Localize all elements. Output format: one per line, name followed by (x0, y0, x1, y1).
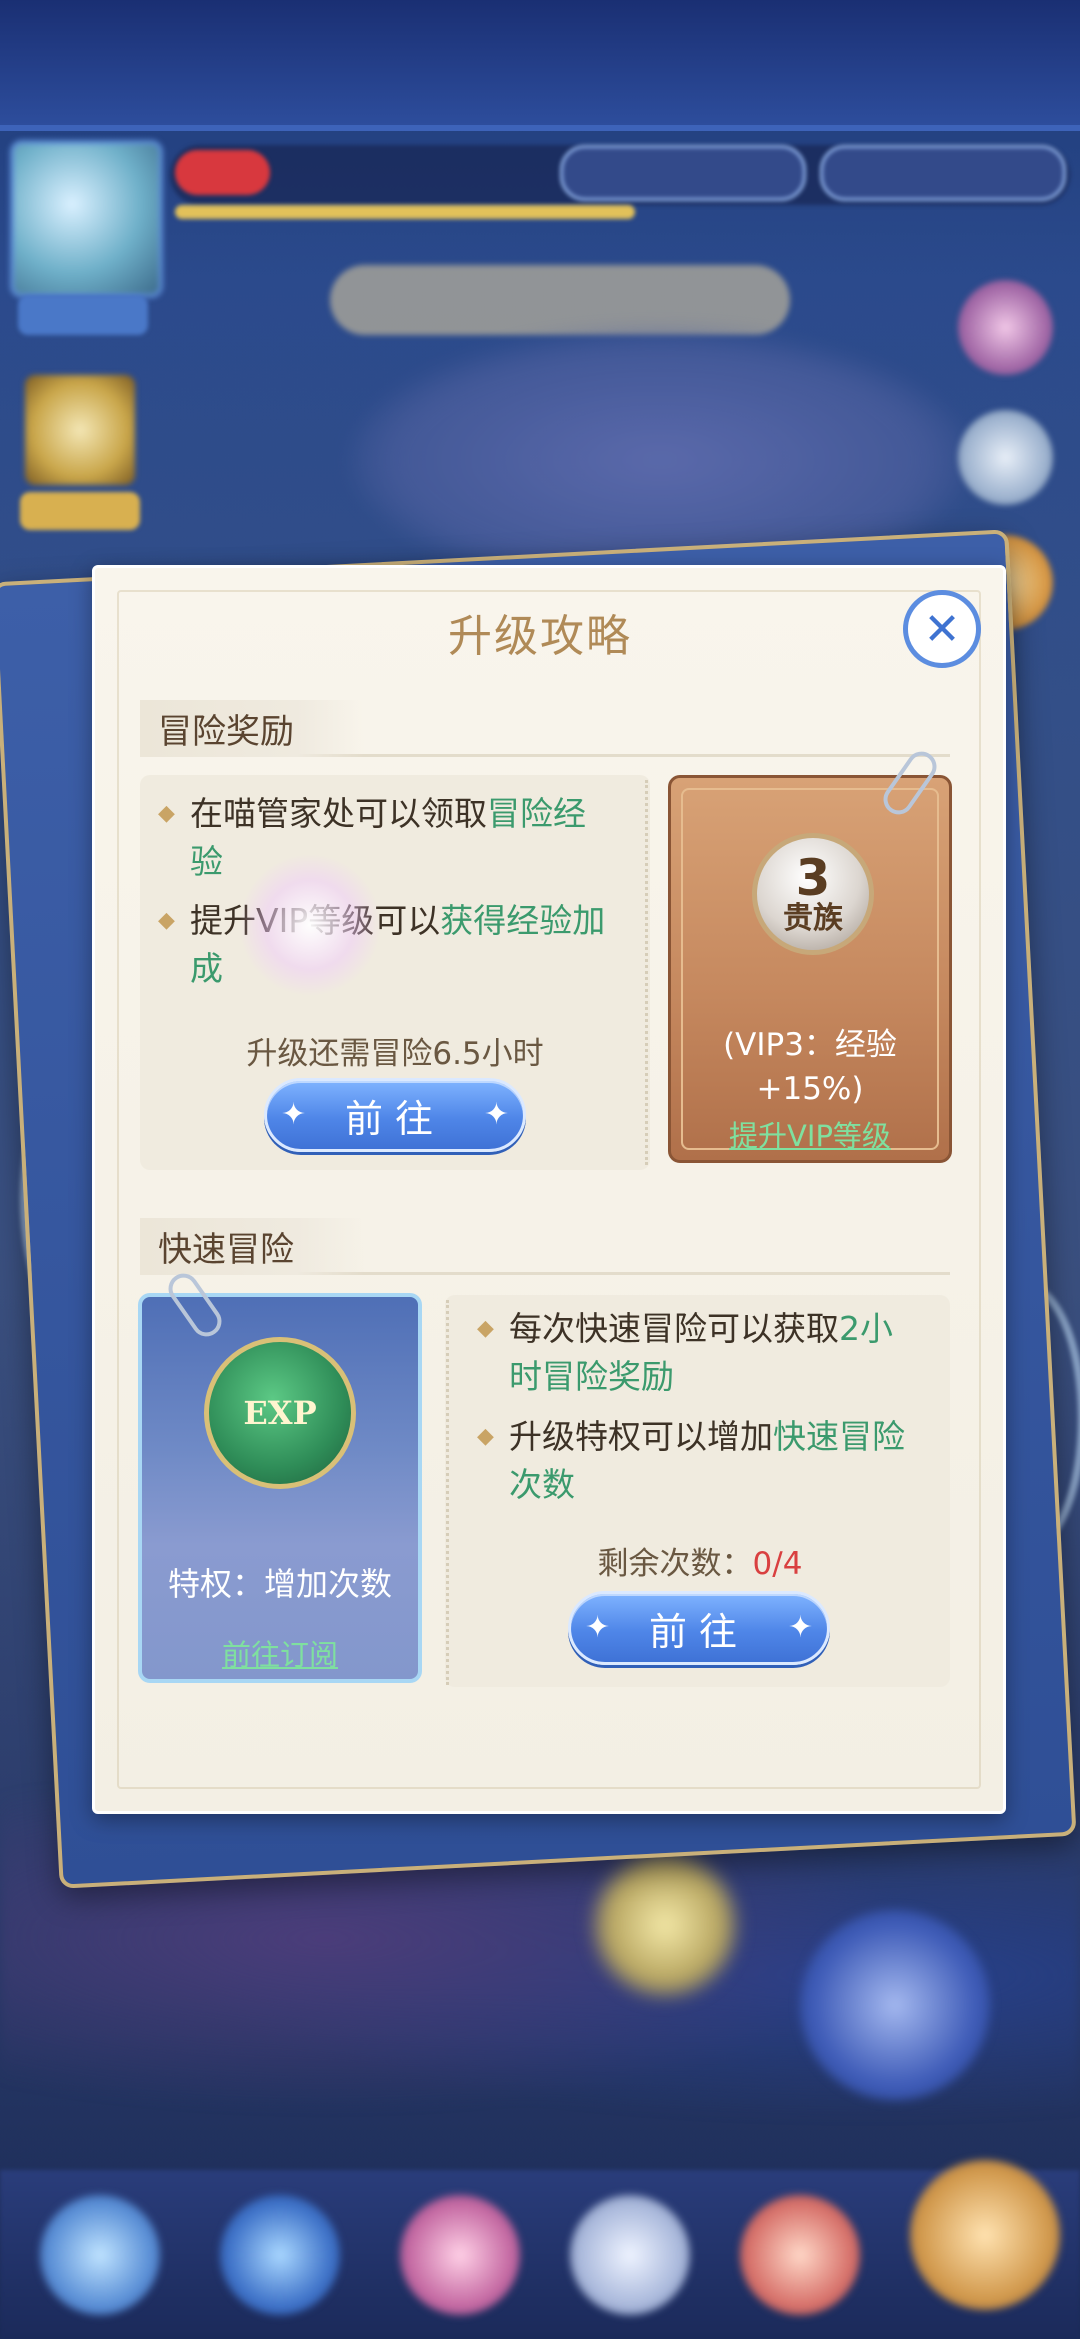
scenery-moon (590, 1850, 740, 2000)
adventure-emblem (800, 1910, 990, 2100)
section-title: 快速冒险 (140, 1218, 364, 1275)
upgrade-vip-link[interactable]: 提升VIP等级 (671, 1113, 949, 1155)
bullet-star-icon: ◆ (158, 908, 175, 933)
section-header-quick-adventure: 快速冒险 (140, 1218, 950, 1275)
section-divider (446, 1300, 449, 1685)
go-button-quick-adventure[interactable]: ✦ 前往 ✦ (568, 1591, 830, 1665)
vip-card: 3 贵族 (VIP3：经验 +15%) 提升VIP等级 (668, 775, 952, 1163)
nav-icon-3 (400, 2195, 520, 2315)
sparkle-icon: ✦ (787, 1610, 813, 1645)
vip-bonus-desc: (VIP3：经验 +15%) (671, 1023, 949, 1111)
remaining-value: 0/4 (752, 1546, 803, 1582)
sparkle-effect (240, 855, 380, 995)
bullet-star-icon: ◆ (477, 1316, 494, 1341)
bullet-vip-bonus: ◆ 提升VIP等级可以获得经验加成 (158, 897, 618, 993)
exp-privilege-card: EXP 特权：增加次数 前往订阅 (138, 1293, 422, 1683)
section-divider (645, 780, 648, 1165)
sparkle-icon: ✦ (281, 1097, 307, 1132)
currency-gold (560, 145, 806, 201)
pet-avatar (25, 375, 135, 485)
close-button[interactable]: ✕ (903, 590, 981, 668)
player-avatar-label (18, 295, 148, 335)
nav-icon-1 (40, 2195, 160, 2315)
exp-progress-bar (175, 205, 635, 219)
vip-medal-icon: 3 贵族 (752, 833, 874, 955)
bullet-quick-count: ◆ 升级特权可以增加快速冒险次数 (477, 1413, 917, 1509)
button-label: 前往 (648, 1609, 749, 1654)
bullet-text: 升级特权可以增加 (509, 1417, 773, 1456)
bullet-adventure-exp: ◆ 在喵管家处可以领取冒险经验 (158, 790, 618, 886)
top-banner (0, 0, 1080, 131)
stage-banner (330, 265, 790, 335)
side-event-icon (958, 280, 1053, 375)
section-title: 冒险奖励 (140, 700, 364, 757)
bullet-text: 在喵管家处可以领取 (190, 794, 487, 833)
currency-gem (820, 145, 1066, 201)
vip-rank-label: 贵族 (783, 901, 843, 936)
vip-bonus-line2: +15%) (756, 1071, 864, 1107)
section-header-adventure-reward: 冒险奖励 (140, 700, 950, 757)
nav-icon-2 (220, 2195, 340, 2315)
bullet-quick-reward: ◆ 每次快速冒险可以获取2小时冒险奖励 (477, 1305, 917, 1401)
bullet-text: 每次快速冒险可以获取 (509, 1309, 839, 1348)
level-badge (175, 150, 270, 195)
go-button-adventure[interactable]: ✦ 前往 ✦ (264, 1078, 526, 1152)
exp-badge-text: EXP (243, 1394, 317, 1432)
nav-icon-4 (570, 2195, 690, 2315)
player-avatar (10, 140, 163, 298)
privilege-desc: 特权：增加次数 (167, 1565, 392, 1603)
remaining-count: 剩余次数：0/4 (470, 1538, 930, 1583)
exp-badge-icon: EXP (204, 1337, 356, 1489)
close-icon: ✕ (923, 603, 961, 655)
remaining-label: 剩余次数： (597, 1546, 753, 1582)
side-shop-icon (958, 410, 1053, 505)
nav-adventure-icon (910, 2160, 1060, 2310)
button-label: 前往 (344, 1096, 445, 1141)
bullet-star-icon: ◆ (158, 801, 175, 826)
vip-level-number: 3 (795, 849, 831, 907)
vip-bonus-line1: (VIP3：经验 (723, 1027, 897, 1063)
sparkle-icon: ✦ (585, 1610, 611, 1645)
sparkle-icon: ✦ (483, 1097, 509, 1132)
pet-avatar-label (20, 492, 140, 530)
upgrade-time-note: 升级还需冒险6.5小时 (246, 1036, 544, 1072)
bullet-star-icon: ◆ (477, 1424, 494, 1449)
subscribe-link[interactable]: 前往订阅 (142, 1632, 418, 1674)
nav-icon-5 (740, 2195, 860, 2315)
